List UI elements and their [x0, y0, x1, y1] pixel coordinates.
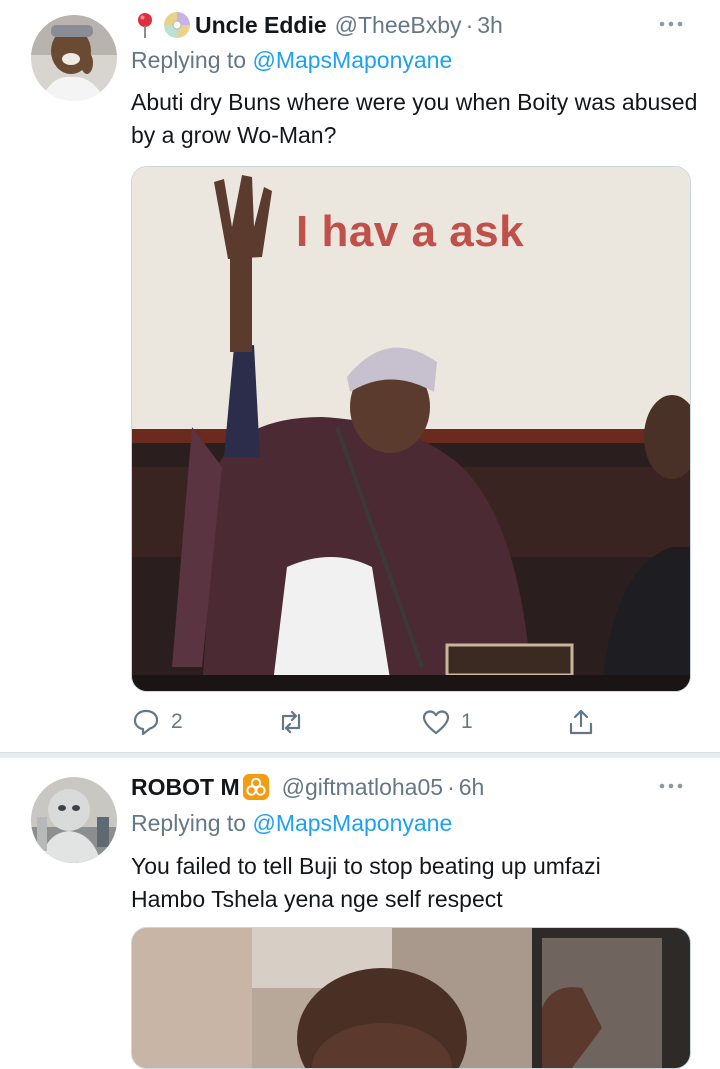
- user-handle[interactable]: @TheeBxby: [335, 12, 462, 39]
- share-icon: [569, 709, 593, 735]
- retweet-button[interactable]: [276, 704, 306, 740]
- replying-to: Replying to @MapsMaponyane: [131, 810, 452, 837]
- reply-icon: [133, 709, 159, 736]
- timestamp[interactable]: 3h: [477, 12, 503, 39]
- like-button[interactable]: 1: [421, 704, 473, 740]
- meme-caption: I hav a ask: [296, 207, 525, 256]
- tweet-image[interactable]: I hav a ask: [131, 166, 691, 692]
- user-handle[interactable]: @giftmatloha05: [282, 774, 443, 801]
- separator-dot: ·: [465, 11, 474, 38]
- like-count: 1: [461, 710, 473, 733]
- replying-to: Replying to @MapsMaponyane: [131, 47, 452, 74]
- more-options-icon[interactable]: [656, 12, 686, 36]
- replying-to-label: Replying to: [131, 47, 247, 73]
- avatar[interactable]: [31, 15, 117, 101]
- biohazard-icon: [242, 773, 270, 801]
- avatar[interactable]: [31, 777, 117, 863]
- like-icon: [422, 710, 450, 735]
- display-name[interactable]: ROBOT M: [131, 774, 240, 801]
- reply-mention-link[interactable]: @MapsMaponyane: [252, 810, 452, 836]
- reply-count: 2: [171, 710, 183, 733]
- retweet-icon: [281, 710, 301, 734]
- tweet-actions: 2 1: [131, 704, 601, 740]
- replying-to-label: Replying to: [131, 810, 247, 836]
- round-pushpin-icon: [131, 11, 159, 39]
- tweet-text-line: You failed to tell Buji to stop beating …: [131, 853, 601, 879]
- reply-mention-link[interactable]: @MapsMaponyane: [252, 47, 452, 73]
- tweet-text: You failed to tell Buji to stop beating …: [131, 850, 701, 916]
- tweet-text: Abuti dry Buns where were you when Boity…: [131, 89, 698, 148]
- timestamp[interactable]: 6h: [459, 774, 485, 801]
- reply-button[interactable]: 2: [131, 704, 183, 740]
- share-button[interactable]: [566, 704, 596, 740]
- more-options-icon[interactable]: [656, 774, 686, 798]
- tweet-header: ROBOT M @giftmatloha05 · 6h: [131, 772, 700, 802]
- tweet-image[interactable]: [131, 927, 691, 1069]
- dvd-icon: [163, 11, 191, 39]
- display-name[interactable]: Uncle Eddie: [195, 12, 327, 39]
- tweet-text-line: Hambo Tshela yena nge self respect: [131, 886, 503, 912]
- separator-dot: ·: [447, 773, 455, 800]
- tweet-header: Uncle Eddie @TheeBxby · 3h: [131, 10, 700, 40]
- tweet[interactable]: Uncle Eddie @TheeBxby · 3h Replying to @…: [0, 0, 720, 752]
- tweet[interactable]: ROBOT M @giftmatloha05 · 6h Replying to …: [0, 757, 720, 1069]
